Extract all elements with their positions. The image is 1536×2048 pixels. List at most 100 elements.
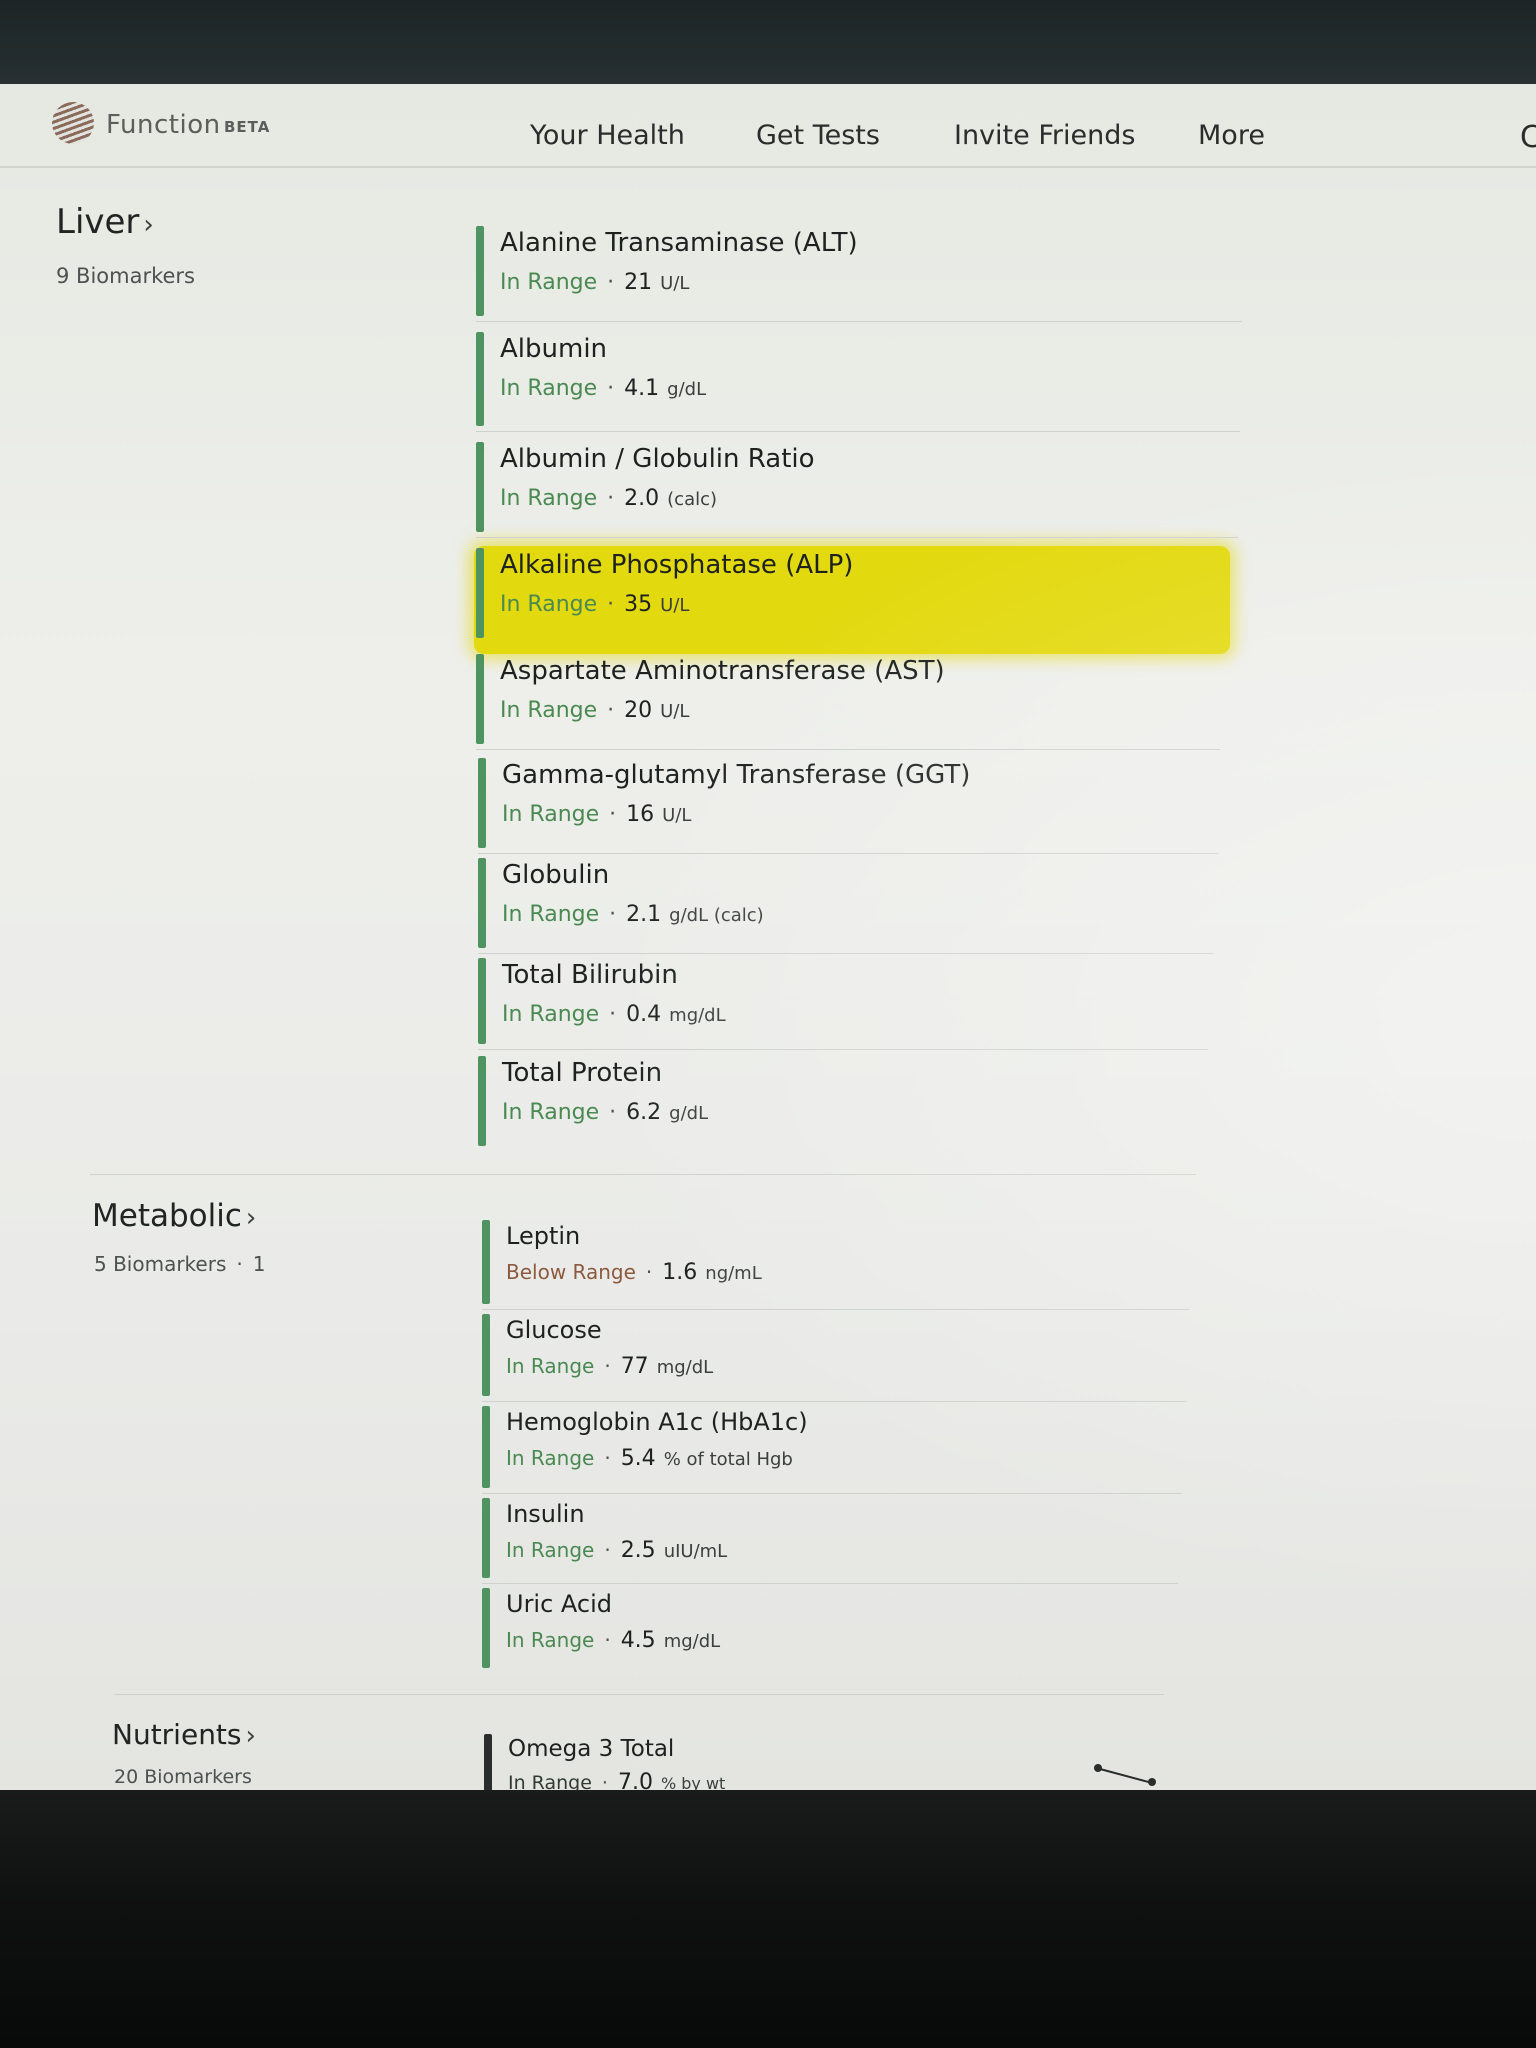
status-label: In Range (500, 592, 598, 617)
group-title-metabolic[interactable]: Metabolic › (92, 1198, 256, 1234)
biomarker-value: 77 (620, 1354, 649, 1379)
status-label: In Range (500, 698, 598, 723)
row-divider (476, 749, 1220, 750)
biomarker-name: Hemoglobin A1c (HbA1c) (506, 1408, 808, 1436)
biomarker-value: 16 (626, 802, 655, 827)
status-bar (476, 332, 484, 426)
biomarker-name: Globulin (502, 860, 610, 890)
chevron-right-icon: › (245, 1203, 257, 1233)
status-bar (482, 1498, 490, 1578)
biomarker-value: 20 (624, 698, 653, 723)
biomarker-value: 0.4 (626, 1002, 662, 1027)
status-bar (476, 442, 484, 532)
status-label: In Range (502, 902, 600, 927)
biomarker-row[interactable]: Alanine Transaminase (ALT) In Range · 21 U/… (476, 222, 1242, 322)
brand-name[interactable]: Function (106, 110, 221, 140)
group-count-liver: 9 Biomarkers (56, 264, 195, 288)
status-bar (478, 858, 486, 948)
group-count-metabolic: 5 Biomarkers · 1 (94, 1252, 266, 1276)
biomarker-row[interactable]: Albumin / Globulin Ratio In Range · 2.0 (ca… (476, 438, 1238, 538)
status-label: In Range (500, 270, 598, 295)
biomarker-row[interactable]: Insulin In Range · 2.5 uIU/mL (482, 1494, 1178, 1584)
status-bar (482, 1220, 490, 1304)
biomarker-row[interactable]: Hemoglobin A1c (HbA1c) In Range · 5.4% of … (482, 1402, 1182, 1494)
biomarker-row[interactable]: Albumin In Range · 4.1 g/dL (476, 328, 1240, 432)
biomarker-row-below-range[interactable]: Leptin Below Range · 1.6 ng/mL (482, 1216, 1190, 1310)
nav-more[interactable]: More (1198, 120, 1265, 151)
biomarker-unit: U/L (662, 805, 692, 826)
account-icon[interactable]: C (1520, 120, 1536, 155)
biomarker-value: 2.1 (626, 902, 662, 927)
status-label: In Range (506, 1538, 595, 1562)
biomarker-name: Albumin (500, 334, 608, 364)
biomarker-name: Total Bilirubin (502, 960, 678, 990)
biomarker-row[interactable]: Uric Acid In Range · 4.5 mg/dL (482, 1584, 1174, 1674)
monitor-bezel-bottom (0, 1790, 1536, 2048)
group-count-nutrients: 20 Biomarkers (114, 1766, 252, 1788)
biomarker-unit: U/L (660, 273, 690, 294)
biomarker-row[interactable]: Total Bilirubin In Range · 0.4 mg/dL (478, 954, 1208, 1050)
row-divider (476, 321, 1242, 322)
status-label: In Range (502, 802, 600, 827)
biomarker-row-highlighted[interactable]: Alkaline Phosphatase (ALP) In Range · 35 U/… (476, 544, 1230, 644)
biomarker-value: 6.2 (626, 1100, 662, 1125)
beta-badge: BETA (224, 118, 271, 136)
status-label: In Range (506, 1354, 595, 1378)
screen-mark (1148, 1778, 1156, 1786)
biomarker-value: 2.0 (624, 486, 660, 511)
chevron-right-icon: › (245, 1721, 256, 1751)
biomarker-row[interactable]: Total Protein In Range · 6.2 g/dL (478, 1052, 1204, 1152)
status-label: In Range (502, 1100, 600, 1125)
biomarker-name: Alanine Transaminase (ALT) (500, 228, 858, 258)
biomarker-value: 1.6 (662, 1260, 698, 1285)
biomarker-row[interactable]: Aspartate Aminotransferase (AST) In Rang… (476, 650, 1220, 750)
status-bar (478, 758, 486, 848)
group-divider (114, 1694, 1164, 1695)
biomarker-row[interactable]: Globulin In Range · 2.1 g/dL (calc) (478, 854, 1214, 954)
biomarker-row[interactable]: Omega 3 Total In Range · 7.0% by wt (484, 1730, 1174, 1792)
status-label: Below Range (506, 1260, 636, 1284)
status-bar (484, 1734, 492, 1792)
biomarker-unit: U/L (660, 701, 690, 722)
biomarker-name: Alkaline Phosphatase (ALP) (500, 550, 854, 580)
biomarker-unit: % of total Hgb (663, 1449, 793, 1470)
status-bar (476, 654, 484, 744)
nav-get-tests[interactable]: Get Tests (756, 120, 880, 151)
biomarker-value: 4.5 (620, 1628, 656, 1653)
row-divider (476, 537, 1238, 538)
biomarker-value: 2.5 (620, 1538, 656, 1563)
status-bar (476, 548, 484, 638)
status-label: In Range (502, 1002, 600, 1027)
biomarker-name: Leptin (506, 1222, 581, 1250)
group-title-nutrients[interactable]: Nutrients › (112, 1718, 256, 1751)
nav-your-health[interactable]: Your Health (530, 120, 685, 151)
flag-count: 1 (252, 1252, 266, 1276)
biomarker-unit: uIU/mL (663, 1541, 728, 1562)
group-title-liver[interactable]: Liver › (56, 202, 154, 242)
status-bar (482, 1406, 490, 1488)
biomarker-name: Aspartate Aminotransferase (AST) (500, 656, 945, 686)
biomarker-row[interactable]: Glucose In Range · 77 mg/dL (482, 1310, 1186, 1402)
status-bar (476, 226, 484, 316)
biomarker-unit: mg/dL (656, 1357, 714, 1378)
screen: Function BETA Your Health Get Tests Invi… (0, 84, 1536, 1792)
biomarker-unit: g/dL (667, 379, 707, 400)
nav-invite-friends[interactable]: Invite Friends (954, 120, 1135, 151)
biomarker-unit: (calc) (667, 489, 718, 510)
status-bar (482, 1588, 490, 1668)
row-divider (478, 1049, 1208, 1050)
biomarker-unit: U/L (660, 595, 690, 616)
biomarker-value: 5.4 (620, 1446, 656, 1471)
status-bar (482, 1314, 490, 1396)
biomarker-name: Albumin / Globulin Ratio (500, 444, 815, 474)
status-label: In Range (506, 1446, 595, 1470)
biomarker-name: Insulin (506, 1500, 585, 1528)
status-label: In Range (508, 1772, 592, 1792)
biomarker-row[interactable]: Gamma-glutamyl Transferase (GGT) In Rang… (478, 754, 1218, 854)
biomarker-value: 7.0 (617, 1770, 653, 1792)
biomarker-unit: g/dL (669, 1103, 709, 1124)
group-divider (90, 1174, 1196, 1175)
logo-icon[interactable] (52, 102, 94, 144)
biomarker-value: 21 (624, 270, 653, 295)
biomarker-name: Gamma-glutamyl Transferase (GGT) (502, 760, 971, 790)
